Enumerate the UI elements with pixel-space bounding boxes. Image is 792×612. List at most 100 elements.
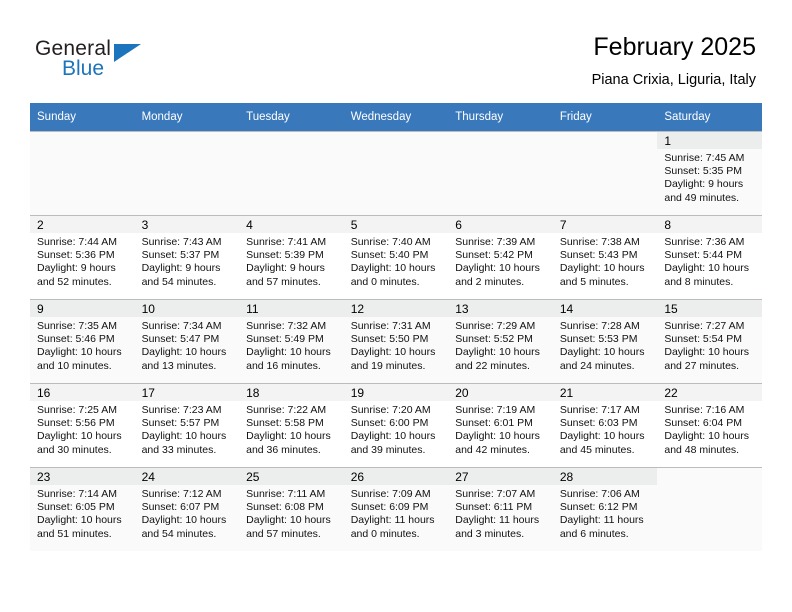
day-number: 19 xyxy=(343,384,449,401)
calendar-day-cell[interactable]: 18 Sunrise: 7:22 AM Sunset: 5:58 PM Dayligh… xyxy=(239,383,344,468)
day-detail-line: and 33 minutes. xyxy=(141,443,217,456)
day-detail-line: Sunset: 6:07 PM xyxy=(141,501,220,514)
day-detail-line: Daylight: 10 hours xyxy=(141,346,227,359)
calendar-day-cell[interactable]: 14 Sunrise: 7:28 AM Sunset: 5:53 PM Dayligh… xyxy=(552,299,658,384)
calendar-day-cell[interactable]: 19 Sunrise: 7:20 AM Sunset: 6:00 PM Dayligh… xyxy=(343,383,449,468)
calendar-day-cell[interactable]: 10 Sunrise: 7:34 AM Sunset: 5:47 PM Dayligh… xyxy=(134,299,240,384)
calendar-day-cell[interactable]: 9 Sunrise: 7:35 AM Sunset: 5:46 PM Daylight… xyxy=(30,299,135,384)
calendar-day-cell[interactable]: 8 Sunrise: 7:36 AM Sunset: 5:44 PM Daylight… xyxy=(657,215,762,300)
day-detail-line: Daylight: 9 hours xyxy=(37,262,116,275)
day-detail-line: Sunrise: 7:06 AM xyxy=(559,488,640,500)
day-details: Sunrise: 7:22 AM Sunset: 5:58 PM Daylight:… xyxy=(239,401,344,457)
calendar-day-cell[interactable]: 24 Sunrise: 7:12 AM Sunset: 6:07 PM Dayligh… xyxy=(134,467,240,551)
day-detail-line: Sunset: 5:57 PM xyxy=(141,417,220,430)
day-number: 9 xyxy=(30,300,135,317)
calendar-day-cell-empty xyxy=(448,131,553,216)
day-detail-line: Daylight: 10 hours xyxy=(455,346,540,359)
calendar-day-cell[interactable]: 13 Sunrise: 7:29 AM Sunset: 5:52 PM Dayligh… xyxy=(448,299,553,384)
day-details: Sunrise: 7:16 AM Sunset: 6:04 PM Daylight:… xyxy=(657,401,762,457)
day-number: 2 xyxy=(30,216,135,233)
calendar-day-cell[interactable]: 17 Sunrise: 7:23 AM Sunset: 5:57 PM Dayligh… xyxy=(134,383,240,468)
calendar-day-cell[interactable]: 20 Sunrise: 7:19 AM Sunset: 6:01 PM Dayligh… xyxy=(448,383,553,468)
calendar-week-row: 23 Sunrise: 7:14 AM Sunset: 6:05 PM Dayligh… xyxy=(30,467,762,551)
day-number: 21 xyxy=(552,384,658,401)
day-details: Sunrise: 7:28 AM Sunset: 5:53 PM Daylight:… xyxy=(553,317,658,373)
calendar-day-cell[interactable]: 12 Sunrise: 7:31 AM Sunset: 5:50 PM Dayligh… xyxy=(343,299,449,384)
calendar-day-cell[interactable]: 6 Sunrise: 7:39 AM Sunset: 5:42 PM Daylight… xyxy=(448,215,553,300)
calendar-day-cell-empty xyxy=(134,131,240,216)
day-detail-line: Sunrise: 7:41 AM xyxy=(246,236,327,248)
calendar-day-cell[interactable]: 23 Sunrise: 7:14 AM Sunset: 6:05 PM Dayligh… xyxy=(30,467,135,551)
day-detail-line: Daylight: 10 hours xyxy=(246,514,331,527)
day-detail-line: Sunset: 5:36 PM xyxy=(37,249,115,262)
day-detail-line: Sunrise: 7:39 AM xyxy=(455,236,536,248)
calendar-day-cell-empty xyxy=(343,131,449,216)
page-title: February 2025 xyxy=(593,33,756,61)
day-detail-line: and 57 minutes. xyxy=(246,527,321,540)
day-detail-line: Sunset: 5:49 PM xyxy=(246,333,324,346)
day-details: Sunrise: 7:38 AM Sunset: 5:43 PM Daylight:… xyxy=(553,233,658,289)
calendar-week-row: 2 Sunrise: 7:44 AM Sunset: 5:36 PM Daylight… xyxy=(30,215,762,300)
calendar-page: General Blue February 2025 Piana Crixia,… xyxy=(0,0,792,612)
day-detail-line: Daylight: 10 hours xyxy=(559,262,645,275)
day-detail-line: Sunrise: 7:40 AM xyxy=(350,236,431,248)
calendar-day-cell[interactable]: 11 Sunrise: 7:32 AM Sunset: 5:49 PM Dayligh… xyxy=(239,299,344,384)
day-number: 16 xyxy=(30,384,135,401)
calendar-day-cell[interactable]: 27 Sunrise: 7:07 AM Sunset: 6:11 PM Dayligh… xyxy=(448,467,553,551)
page-subtitle: Piana Crixia, Liguria, Italy xyxy=(591,72,756,88)
day-details: Sunrise: 7:23 AM Sunset: 5:57 PM Daylight:… xyxy=(135,401,240,457)
day-details: Sunrise: 7:14 AM Sunset: 6:05 PM Daylight:… xyxy=(30,485,135,541)
calendar-day-cell[interactable]: 16 Sunrise: 7:25 AM Sunset: 5:56 PM Dayligh… xyxy=(30,383,135,468)
day-detail-line: Sunset: 6:11 PM xyxy=(455,501,533,514)
day-detail-line: Daylight: 10 hours xyxy=(455,262,540,275)
calendar-day-cell[interactable]: 1 Sunrise: 7:45 AM Sunset: 5:35 PM Daylight… xyxy=(657,131,762,216)
day-number: 18 xyxy=(239,384,344,401)
day-detail-line: Sunrise: 7:20 AM xyxy=(350,404,431,416)
calendar-day-cell[interactable]: 2 Sunrise: 7:44 AM Sunset: 5:36 PM Daylight… xyxy=(30,215,135,300)
calendar-day-cell[interactable]: 4 Sunrise: 7:41 AM Sunset: 5:39 PM Daylight… xyxy=(239,215,344,300)
day-details xyxy=(239,149,344,152)
day-detail-line: Sunset: 5:50 PM xyxy=(350,333,429,346)
day-detail-line: and 2 minutes. xyxy=(455,275,525,288)
day-detail-line: Sunset: 5:40 PM xyxy=(350,249,429,262)
calendar-day-cell[interactable]: 26 Sunrise: 7:09 AM Sunset: 6:09 PM Dayligh… xyxy=(343,467,449,551)
day-detail-line: and 8 minutes. xyxy=(664,275,734,288)
calendar-day-cell[interactable]: 21 Sunrise: 7:17 AM Sunset: 6:03 PM Dayligh… xyxy=(552,383,658,468)
day-detail-line: Sunset: 5:39 PM xyxy=(246,249,324,262)
weekday-header-friday: Friday xyxy=(552,103,658,132)
day-details: Sunrise: 7:27 AM Sunset: 5:54 PM Daylight:… xyxy=(657,317,762,373)
day-details: Sunrise: 7:45 AM Sunset: 5:35 PM Daylight:… xyxy=(657,149,762,205)
calendar-day-cell[interactable]: 25 Sunrise: 7:11 AM Sunset: 6:08 PM Dayligh… xyxy=(239,467,344,551)
calendar-day-cell-empty xyxy=(657,467,762,551)
day-number: 24 xyxy=(134,468,240,485)
day-detail-line: Sunset: 6:03 PM xyxy=(559,417,638,430)
day-detail-line: Daylight: 10 hours xyxy=(559,346,645,359)
day-detail-line: and 39 minutes. xyxy=(350,443,426,456)
calendar-day-cell[interactable]: 22 Sunrise: 7:16 AM Sunset: 6:04 PM Dayligh… xyxy=(657,383,762,468)
day-details: Sunrise: 7:32 AM Sunset: 5:49 PM Daylight:… xyxy=(239,317,344,373)
day-detail-line: Daylight: 10 hours xyxy=(664,430,750,443)
calendar-day-cell[interactable]: 5 Sunrise: 7:40 AM Sunset: 5:40 PM Daylight… xyxy=(343,215,449,300)
title-block: February 2025 Piana Crixia, Liguria, Ita… xyxy=(592,32,756,90)
day-detail-line: Sunset: 6:01 PM xyxy=(455,417,533,430)
day-detail-line: Sunset: 5:54 PM xyxy=(664,333,743,346)
calendar-day-cell[interactable]: 28 Sunrise: 7:06 AM Sunset: 6:12 PM Dayligh… xyxy=(552,467,658,551)
day-details: Sunrise: 7:12 AM Sunset: 6:07 PM Daylight:… xyxy=(135,485,240,541)
day-number: 3 xyxy=(134,216,240,233)
calendar-day-cell[interactable]: 15 Sunrise: 7:27 AM Sunset: 5:54 PM Dayligh… xyxy=(657,299,762,384)
day-details: Sunrise: 7:35 AM Sunset: 5:46 PM Daylight:… xyxy=(30,317,135,373)
day-detail-line: Sunrise: 7:23 AM xyxy=(141,404,222,416)
day-detail-line: Sunrise: 7:12 AM xyxy=(141,488,222,500)
calendar-day-cell[interactable]: 3 Sunrise: 7:43 AM Sunset: 5:37 PM Daylight… xyxy=(134,215,240,300)
day-detail-line: Daylight: 11 hours xyxy=(559,514,644,527)
day-detail-line: Sunrise: 7:45 AM xyxy=(664,152,745,164)
day-detail-line: Sunset: 6:00 PM xyxy=(350,417,429,430)
day-detail-line: Sunrise: 7:44 AM xyxy=(37,236,117,248)
calendar-day-cell[interactable]: 7 Sunrise: 7:38 AM Sunset: 5:43 PM Daylight… xyxy=(552,215,658,300)
day-number: 13 xyxy=(448,300,553,317)
day-detail-line: and 10 minutes. xyxy=(37,359,112,372)
day-detail-line: Daylight: 9 hours xyxy=(141,262,221,275)
day-detail-line: and 16 minutes. xyxy=(246,359,321,372)
day-number: 8 xyxy=(657,216,762,233)
day-detail-line: Daylight: 10 hours xyxy=(141,430,227,443)
